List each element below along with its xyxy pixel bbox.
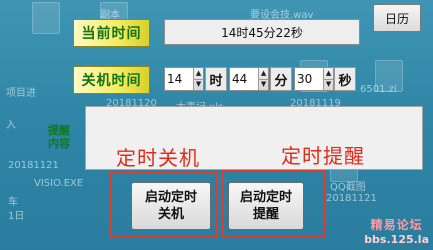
spin-down-icon[interactable]: ▼ [194, 78, 203, 91]
shutdown-time-label: 关机时间 [73, 66, 150, 94]
remind-label-line2: 内容 [48, 137, 70, 150]
start-shutdown-label-line1: 启动定时 [144, 190, 197, 205]
minute-unit: 分 [270, 67, 292, 91]
hour-spinner[interactable]: ▲ ▼ [164, 67, 204, 91]
desktop-file-label: QQ截图 [330, 182, 366, 193]
second-unit: 秒 [334, 67, 356, 91]
spin-up-icon[interactable]: ▲ [324, 68, 333, 79]
watermark-url: bbs.125.la [364, 233, 429, 246]
forum-watermark: 精易论坛 bbs.125.la [364, 216, 429, 246]
desktop-file-label: 6501.zi [360, 84, 397, 95]
current-time-label: 当前时间 [73, 19, 150, 47]
start-reminder-label-line1: 启动定时 [239, 190, 292, 205]
timed-reminder-caption: 定时提醒 [281, 144, 365, 168]
minute-spinner[interactable]: ▲ ▼ [229, 67, 269, 91]
desktop-file-label: 20181121 [8, 160, 59, 171]
second-spin-buttons[interactable]: ▲ ▼ [323, 68, 333, 90]
desktop-file-label: 20181121 [326, 193, 377, 204]
start-reminder-label-line2: 提醒 [252, 207, 279, 222]
calendar-button[interactable]: 日历 [373, 4, 421, 32]
remind-content-label: 提醒 内容 [45, 124, 73, 150]
second-spinner[interactable]: ▲ ▼ [294, 67, 334, 91]
spin-up-icon[interactable]: ▲ [259, 68, 268, 79]
minute-input[interactable] [230, 68, 259, 90]
start-shutdown-label-line2: 关机 [157, 207, 184, 222]
spin-up-icon[interactable]: ▲ [194, 68, 203, 79]
current-time-display: 14时45分22秒 [164, 19, 360, 45]
watermark-title: 精易论坛 [370, 218, 423, 232]
spin-down-icon[interactable]: ▼ [324, 78, 333, 91]
remind-label-line1: 提醒 [48, 124, 70, 137]
hour-unit: 时 [205, 67, 227, 91]
desktop-file-icon [32, 2, 60, 34]
second-input[interactable] [295, 68, 324, 90]
desktop-file-label: 1日 [8, 211, 25, 222]
timed-shutdown-caption: 定时关机 [116, 146, 200, 170]
desktop-file-label: 入 [6, 120, 16, 131]
hour-input[interactable] [165, 68, 194, 90]
hour-spin-buttons[interactable]: ▲ ▼ [193, 68, 203, 90]
start-timed-reminder-button[interactable]: 启动定时 提醒 [228, 182, 304, 230]
spin-down-icon[interactable]: ▼ [259, 78, 268, 91]
minute-spin-buttons[interactable]: ▲ ▼ [258, 68, 268, 90]
desktop-file-label: 项目进 [6, 88, 36, 99]
desktop-file-label: VISIO.EXE [34, 178, 84, 189]
desktop-file-label: 车 [8, 197, 18, 208]
start-timed-shutdown-button[interactable]: 启动定时 关机 [131, 182, 211, 230]
